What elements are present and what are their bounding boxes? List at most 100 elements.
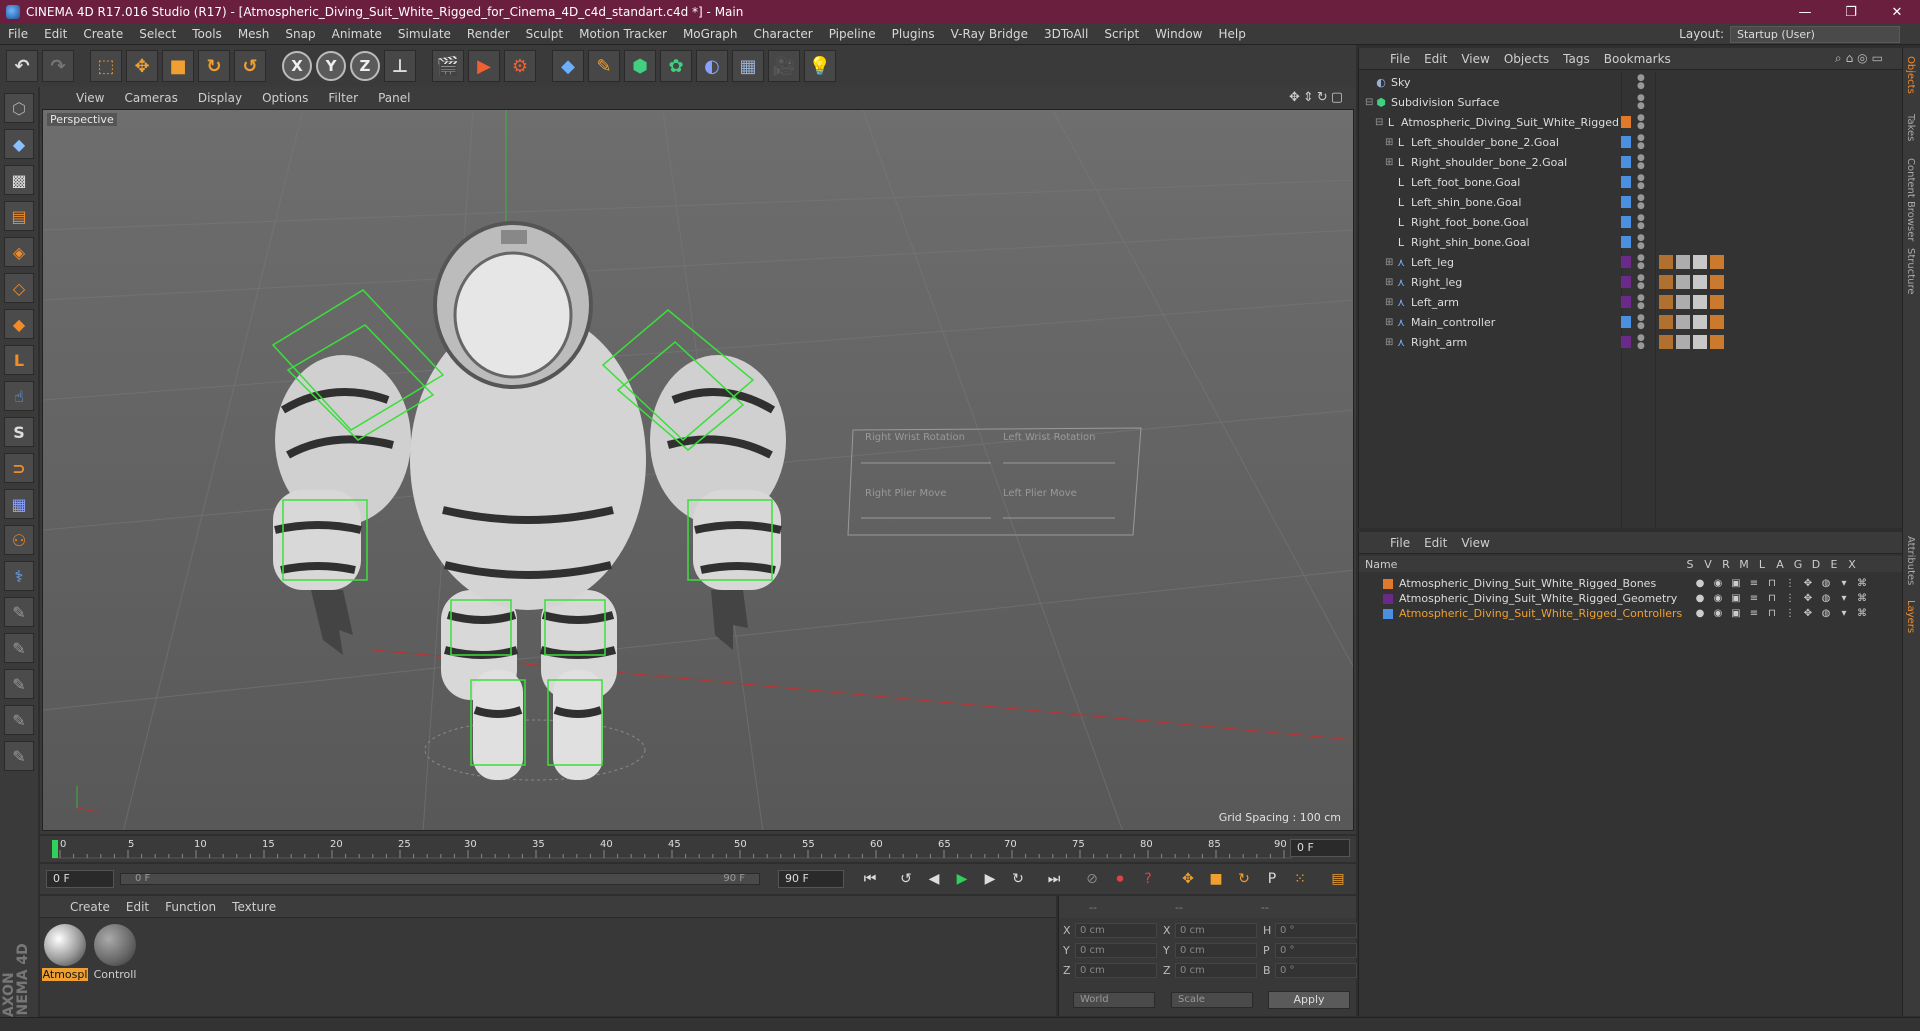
visibility-dots-icon[interactable]: ● ● <box>1637 314 1645 331</box>
menu-tools[interactable]: Tools <box>184 27 230 41</box>
layer-flag-manager[interactable]: M <box>1735 558 1753 571</box>
layer-color-swatch[interactable] <box>1621 276 1631 288</box>
maximize-button[interactable]: ❐ <box>1828 0 1874 24</box>
start-frame-field[interactable]: 0 F <box>46 870 114 888</box>
object-row[interactable]: ⊟ L Atmospheric_Diving_Suit_White_Rigged ● ● <box>1359 112 1903 132</box>
object-row[interactable]: ⊞ L Right_shoulder_bone_2.Goal ● ● <box>1359 152 1903 172</box>
redo-icon[interactable]: ↷ <box>42 50 74 82</box>
menu-edit[interactable]: Edit <box>36 27 75 41</box>
3d-viewport[interactable]: Perspective Right Wrist Rotation Left Wr… <box>42 109 1354 831</box>
layer-color-swatch[interactable] <box>1621 336 1631 348</box>
menu-help[interactable]: Help <box>1210 27 1253 41</box>
layer-visible-icon[interactable]: ◉ <box>1709 578 1727 589</box>
layer-color-swatch[interactable] <box>1383 578 1393 589</box>
layer-render-icon[interactable]: ▣ <box>1727 593 1745 604</box>
layer-lock-icon[interactable]: ⊓ <box>1763 608 1781 619</box>
points-mode-icon[interactable]: ◈ <box>4 237 34 267</box>
weight-tag-icon[interactable] <box>1676 275 1690 289</box>
object-row[interactable]: ⊞ ⋏ Right_leg ● ● <box>1359 272 1903 292</box>
visibility-dots-icon[interactable]: ● ● <box>1637 234 1645 251</box>
layer-color-swatch[interactable] <box>1621 296 1631 308</box>
render-view-icon[interactable]: 🎬 <box>432 50 464 82</box>
subdivision-icon[interactable]: ⬢ <box>624 50 656 82</box>
menu-mesh[interactable]: Mesh <box>230 27 278 41</box>
layer-color-swatch[interactable] <box>1621 136 1631 148</box>
material-menu-edit[interactable]: Edit <box>118 900 157 914</box>
layer-row[interactable]: Atmospheric_Diving_Suit_White_Rigged_Con… <box>1359 606 1903 621</box>
tree-expander-icon[interactable]: ⊟ <box>1365 97 1375 108</box>
move-icon[interactable]: ✥ <box>126 50 158 82</box>
tree-expander-icon[interactable]: ⊞ <box>1385 337 1395 348</box>
object-row[interactable]: L Left_foot_bone.Goal ● ● <box>1359 172 1903 192</box>
menu-motion-tracker[interactable]: Motion Tracker <box>571 27 675 41</box>
magnet-icon[interactable]: ⊃ <box>4 453 34 483</box>
viewport-menu-cameras[interactable]: Cameras <box>114 91 187 105</box>
constraint-tag-icon[interactable] <box>1710 315 1724 329</box>
previous-frame-icon[interactable]: ◀ <box>922 868 946 890</box>
sculpt-knife-icon[interactable]: ✎ <box>4 741 34 771</box>
layer-row[interactable]: Atmospheric_Diving_Suit_White_Rigged_Geo… <box>1359 591 1903 606</box>
layer-color-swatch[interactable] <box>1621 316 1631 328</box>
checker-tag-icon[interactable] <box>1693 275 1707 289</box>
key-scale-icon[interactable]: ■ <box>1204 868 1228 890</box>
sculpt-brush-icon[interactable]: ✎ <box>4 597 34 627</box>
layer-xref-icon[interactable]: ⌘ <box>1853 608 1871 619</box>
key-position-icon[interactable]: ✥ <box>1176 868 1200 890</box>
object-menu-bookmarks[interactable]: Bookmarks <box>1597 52 1678 66</box>
tree-expander-icon[interactable]: ⊞ <box>1385 277 1395 288</box>
y-axis-lock-icon[interactable]: Y <box>316 51 346 81</box>
menu-file[interactable]: File <box>0 27 36 41</box>
menu-plugins[interactable]: Plugins <box>884 27 943 41</box>
object-row[interactable]: ⊟ ⬢ Subdivision Surface ● ● <box>1359 92 1903 112</box>
visibility-dots-icon[interactable]: ● ● <box>1637 214 1645 231</box>
coordinate-system-icon[interactable]: ⊥ <box>384 50 416 82</box>
material-menu-create[interactable]: Create <box>62 900 118 914</box>
menu-sculpt[interactable]: Sculpt <box>518 27 571 41</box>
layout-dropdown[interactable]: Startup (User) <box>1730 26 1900 43</box>
key-pla-icon[interactable]: ⁙ <box>1288 868 1312 890</box>
menu-snap[interactable]: Snap <box>277 27 323 41</box>
layer-expression-icon[interactable]: ▾ <box>1835 593 1853 604</box>
layer-lock-icon[interactable]: ⊓ <box>1763 593 1781 604</box>
frame-range-slider[interactable]: 0 F 90 F <box>120 873 760 885</box>
checker-tag-icon[interactable] <box>1693 255 1707 269</box>
menu-mograph[interactable]: MoGraph <box>675 27 746 41</box>
menu-window[interactable]: Window <box>1147 27 1210 41</box>
menu-render[interactable]: Render <box>459 27 518 41</box>
key-rotation-icon[interactable]: ↻ <box>1232 868 1256 890</box>
visibility-dots-icon[interactable]: ● ● <box>1637 74 1645 91</box>
object-row[interactable]: ⊞ ⋏ Right_arm ● ● <box>1359 332 1903 352</box>
object-row[interactable]: ⊞ ⋏ Left_leg ● ● <box>1359 252 1903 272</box>
tree-expander-icon[interactable]: ⊞ <box>1385 157 1395 168</box>
viewport-menu-options[interactable]: Options <box>252 91 318 105</box>
layer-color-swatch[interactable] <box>1383 593 1393 604</box>
go-to-end-icon[interactable]: ⏭ <box>1042 868 1066 890</box>
checker-tag-icon[interactable] <box>1693 335 1707 349</box>
play-icon[interactable]: ▶ <box>950 868 974 890</box>
layer-flag-xref[interactable]: X <box>1843 558 1861 571</box>
layer-deformer-icon[interactable]: ◍ <box>1817 608 1835 619</box>
layer-render-icon[interactable]: ▣ <box>1727 608 1745 619</box>
axis-mode-icon[interactable]: L <box>4 345 34 375</box>
visibility-dots-icon[interactable]: ● ● <box>1637 94 1645 111</box>
layer-render-icon[interactable]: ▣ <box>1727 578 1745 589</box>
light-icon[interactable]: 💡 <box>804 50 836 82</box>
cloner-icon[interactable]: ✿ <box>660 50 692 82</box>
layer-color-swatch[interactable] <box>1621 196 1631 208</box>
constraint-tag-icon[interactable] <box>1710 335 1724 349</box>
tab-objects[interactable]: Objects <box>1905 56 1916 94</box>
viewport-menu-panel[interactable]: Panel <box>368 91 420 105</box>
layer-animation-icon[interactable]: ⋮ <box>1781 578 1799 589</box>
object-menu-view[interactable]: View <box>1454 52 1496 66</box>
layer-expression-icon[interactable]: ▾ <box>1835 608 1853 619</box>
tree-expander-icon[interactable]: ⊞ <box>1385 257 1395 268</box>
polygons-mode-icon[interactable]: ◆ <box>4 309 34 339</box>
tab-attributes[interactable]: Attributes <box>1905 536 1916 585</box>
render-picture-viewer-icon[interactable]: ▶ <box>468 50 500 82</box>
autokey-icon[interactable]: ? <box>1136 868 1160 890</box>
visibility-dots-icon[interactable]: ● ● <box>1637 254 1645 271</box>
layer-generator-icon[interactable]: ✥ <box>1799 608 1817 619</box>
layer-solo-icon[interactable]: ● <box>1691 608 1709 619</box>
layer-color-swatch[interactable] <box>1621 116 1631 128</box>
sculpt-smooth-icon[interactable]: ✎ <box>4 669 34 699</box>
